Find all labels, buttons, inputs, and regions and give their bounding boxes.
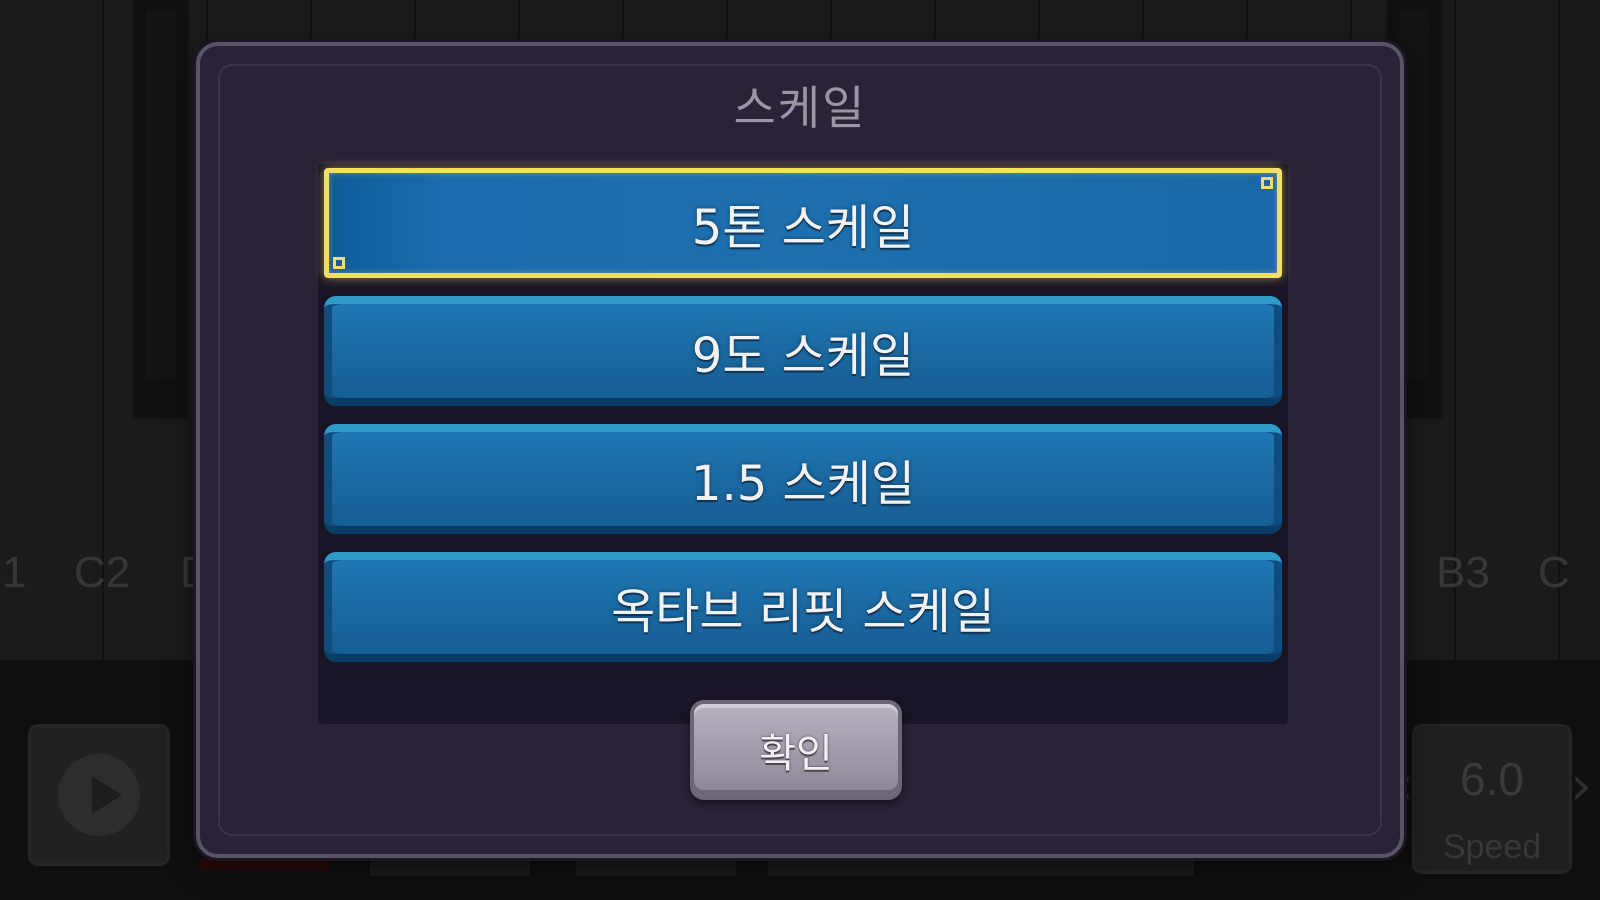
confirm-button[interactable]: 확인 <box>690 700 902 800</box>
option-label: 9도 스케일 <box>691 328 915 384</box>
confirm-label: 확인 <box>759 731 833 777</box>
corner-ornament <box>333 257 345 269</box>
dialog-title: 스케일 <box>733 81 867 135</box>
scale-option-one-point-five[interactable]: 1.5 스케일 <box>324 424 1282 534</box>
scale-dialog: 스케일 5톤 스케일 9도 스케일 1.5 스케일 옥타브 리핏 스케일 확인 <box>196 42 1404 858</box>
option-label: 1.5 스케일 <box>690 456 916 512</box>
scale-option-ninth[interactable]: 9도 스케일 <box>324 296 1282 406</box>
scale-options-list: 5톤 스케일 9도 스케일 1.5 스케일 옥타브 리핏 스케일 <box>318 164 1288 724</box>
scale-option-pentatonic[interactable]: 5톤 스케일 <box>324 168 1282 278</box>
scale-option-octave-repeat[interactable]: 옥타브 리핏 스케일 <box>324 552 1282 662</box>
option-label: 5톤 스케일 <box>691 200 915 256</box>
option-label: 옥타브 리핏 스케일 <box>611 584 995 640</box>
